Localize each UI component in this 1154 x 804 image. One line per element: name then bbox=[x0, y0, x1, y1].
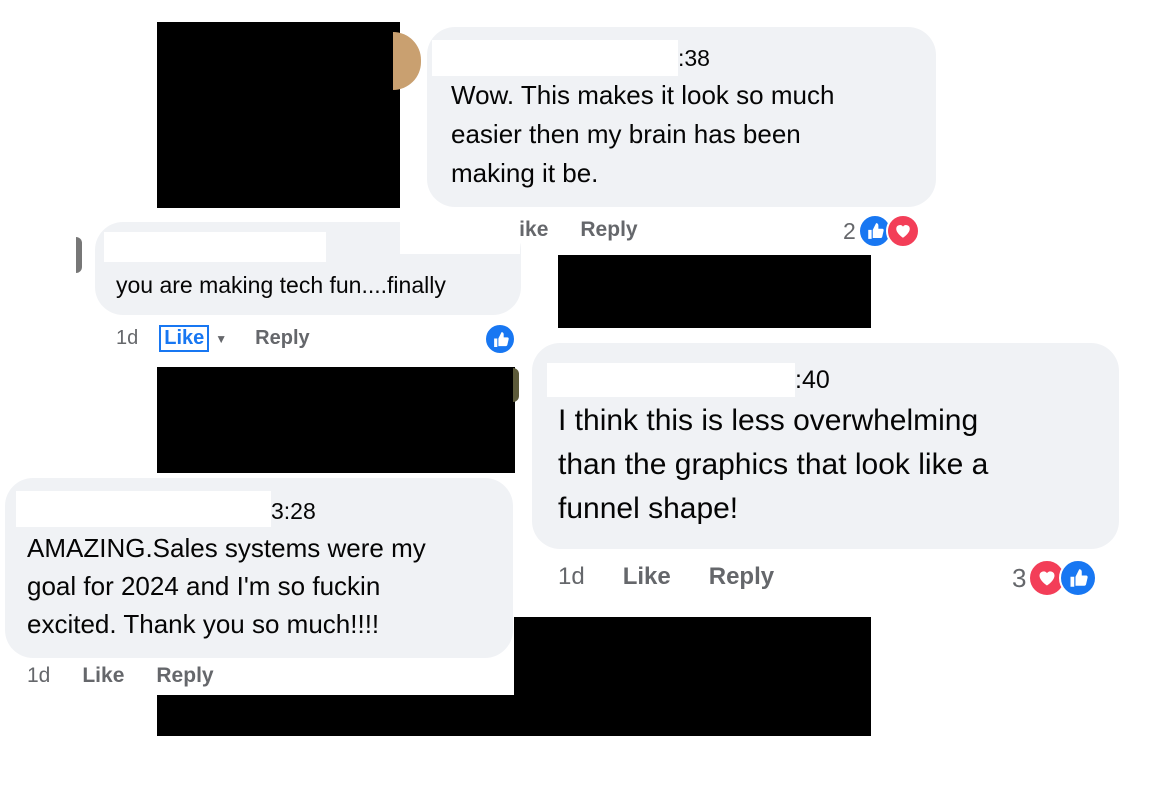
like-button[interactable]: Like bbox=[82, 664, 124, 688]
chevron-down-icon[interactable]: ▼ bbox=[215, 332, 227, 346]
reply-button[interactable]: Reply bbox=[709, 563, 774, 591]
like-button[interactable]: Like bbox=[623, 563, 671, 591]
commenter-name[interactable] bbox=[16, 491, 271, 527]
comment-actions: 1d Like ▼ Reply bbox=[116, 325, 310, 352]
comment-text-line: than the graphics that look like a bbox=[558, 448, 989, 481]
comment-timestamp[interactable]: 3:28 bbox=[271, 498, 316, 525]
commenter-name[interactable] bbox=[547, 363, 795, 397]
reaction-summary[interactable] bbox=[484, 323, 516, 355]
comment-age[interactable]: 1d bbox=[116, 327, 138, 350]
comment-text-line: AMAZING.Sales systems were my bbox=[27, 533, 426, 563]
like-icon bbox=[1059, 559, 1098, 597]
redaction-block bbox=[558, 255, 871, 328]
comment-timestamp[interactable]: :40 bbox=[795, 366, 830, 395]
reaction-count: 2 bbox=[843, 217, 856, 244]
avatar[interactable] bbox=[513, 368, 519, 402]
reaction-summary[interactable]: 3 bbox=[1012, 559, 1098, 597]
comment-timestamp[interactable]: :38 bbox=[678, 45, 710, 72]
comment-text-line: you are making tech fun....finally bbox=[116, 272, 446, 298]
comment-text-line: I think this is less overwhelming bbox=[558, 404, 979, 437]
comment-text: Wow. This makes it look so much easier t… bbox=[451, 80, 834, 190]
comment-actions: 1d Like Reply bbox=[558, 563, 774, 591]
comment-text-line: excited. Thank you so much!!!! bbox=[27, 609, 380, 640]
reply-button[interactable]: Reply bbox=[580, 218, 637, 242]
reply-button[interactable]: Reply bbox=[255, 327, 309, 350]
reaction-summary[interactable]: 2 bbox=[843, 214, 920, 248]
redaction-block bbox=[157, 22, 400, 208]
commenter-name[interactable] bbox=[432, 40, 678, 76]
avatar[interactable] bbox=[393, 32, 421, 90]
comment-age[interactable]: 1d bbox=[27, 664, 50, 688]
redaction-block bbox=[157, 367, 515, 473]
comment-text: you are making tech fun....finally bbox=[116, 272, 446, 300]
like-button[interactable]: Like bbox=[159, 325, 210, 352]
redaction-block bbox=[514, 617, 871, 736]
comment-actions: 1d Like Reply bbox=[27, 664, 214, 688]
redaction-block bbox=[157, 695, 517, 736]
comment-text: AMAZING.Sales systems were my goal for 2… bbox=[27, 533, 426, 641]
comment-text-line: goal for 2024 and I'm so fuckin bbox=[27, 571, 381, 602]
comment-age[interactable]: 1d bbox=[558, 563, 585, 591]
reaction-count: 3 bbox=[1012, 562, 1027, 593]
comment-text-line: Wow. This makes it look so much bbox=[451, 80, 835, 110]
like-icon bbox=[484, 323, 516, 355]
comment-text-line: easier then my brain has been bbox=[451, 119, 801, 150]
comment-text-line: making it be. bbox=[451, 158, 599, 189]
commenter-name bbox=[400, 208, 520, 254]
comment-text: I think this is less overwhelming than t… bbox=[558, 403, 988, 527]
comment-text-line: funnel shape! bbox=[558, 492, 739, 525]
avatar[interactable] bbox=[76, 237, 82, 273]
reply-button[interactable]: Reply bbox=[156, 664, 213, 688]
commenter-name[interactable] bbox=[104, 232, 326, 262]
love-icon bbox=[885, 214, 920, 248]
